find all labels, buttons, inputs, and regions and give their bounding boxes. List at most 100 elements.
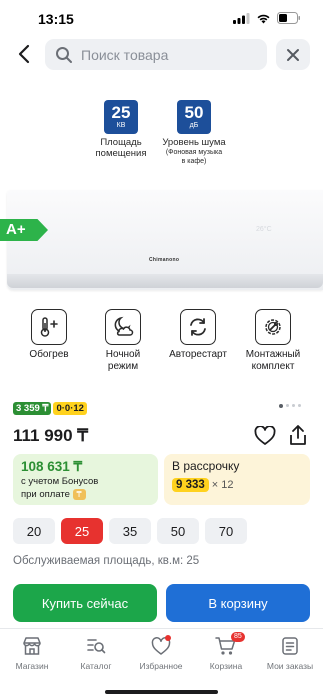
catalog-search-icon — [64, 635, 128, 657]
ac-display: 26°C — [256, 226, 272, 233]
search-box[interactable] — [45, 39, 267, 70]
moon-cloud-icon — [105, 309, 141, 345]
size-option-70[interactable]: 70 — [205, 518, 247, 544]
spec-badge: 50 дБ — [177, 100, 211, 134]
orders-icon — [258, 635, 322, 657]
installment-amount: 9 333 — [172, 478, 209, 492]
pagination-dot — [298, 404, 301, 407]
feature-label-line: Ночной — [105, 349, 141, 360]
ac-brand-logo: Chimanono — [149, 257, 180, 263]
pagination-dot — [286, 404, 289, 407]
spec-sub-line: (Фоновая музыка — [165, 149, 223, 156]
spec-room-area: 25 КВ Площадь помещения — [86, 100, 156, 159]
spec-label-line: Площадь — [100, 137, 142, 148]
feature-label-line: режим — [107, 361, 139, 372]
feature-mounting-kit: Монтажный комплект — [238, 309, 308, 373]
restart-icon — [180, 309, 216, 345]
spec-unit: дБ — [189, 122, 199, 129]
nav-label: Избранное — [139, 661, 183, 671]
product-image[interactable]: Chimanono 26°C A+ — [0, 186, 323, 296]
close-button[interactable] — [276, 39, 310, 70]
wifi-icon — [257, 14, 270, 23]
heart-icon — [254, 425, 276, 445]
nav-label: Мои заказы — [266, 661, 314, 671]
search-input[interactable] — [81, 39, 261, 70]
spec-noise-level: 50 дБ Уровень шума (Фоновая музыка в каф… — [156, 100, 232, 166]
status-icons — [233, 12, 301, 24]
back-button[interactable] — [12, 42, 36, 66]
nav-label: Магазин — [15, 661, 49, 671]
feature-autorestart: Авторестарт — [163, 309, 233, 361]
bonus-price-desc: с учетом Бонусов — [21, 476, 99, 487]
size-option-50[interactable]: 50 — [157, 518, 199, 544]
nav-label: Каталог — [80, 661, 112, 671]
nav-item-orders[interactable]: Мои заказы — [258, 635, 322, 671]
status-time: 13:15 — [38, 11, 74, 27]
bonus-price-card[interactable]: 108 631 ₸ с учетом Бонусов при оплате ₸ — [13, 454, 158, 505]
bottom-navigation: Магазин Каталог Избранное 85 Корзина Мои… — [0, 628, 323, 699]
nav-item-cart[interactable]: 85 Корзина — [194, 632, 258, 671]
store-icon — [0, 635, 64, 657]
installment-row: 9 333 × 12 — [172, 478, 302, 492]
favorite-button[interactable] — [254, 425, 276, 451]
feature-label-line: Обогрев — [29, 349, 69, 360]
thermometer-plus-icon — [31, 309, 67, 345]
nav-item-favorites[interactable]: Избранное — [129, 635, 193, 671]
installment-badge: 0·0·12 — [53, 402, 87, 415]
close-icon — [287, 48, 299, 61]
buy-now-button[interactable]: Купить сейчас — [13, 584, 157, 622]
feature-label-line: Монтажный — [245, 349, 301, 360]
cart-count-badge: 85 — [231, 632, 245, 642]
signal-icon — [233, 12, 250, 24]
feature-label: Монтажный комплект — [238, 349, 308, 373]
size-option-20[interactable]: 20 — [13, 518, 55, 544]
feature-label: Обогрев — [14, 349, 84, 361]
spec-value: 25 — [111, 103, 131, 122]
feature-label-line: комплект — [251, 361, 295, 372]
search-header — [0, 38, 323, 72]
gear-wrench-icon — [255, 309, 291, 345]
pagination-dot — [292, 404, 295, 407]
status-bar: 13:15 — [0, 0, 323, 36]
add-to-cart-button[interactable]: В корзину — [166, 584, 310, 622]
installment-card[interactable]: В рассрочку 9 333 × 12 — [164, 454, 310, 505]
size-option-25[interactable]: 25 — [61, 518, 103, 544]
bonus-price-amount: 108 631 ₸ — [21, 459, 83, 474]
spec-label: Уровень шума — [162, 137, 226, 148]
installment-title: В рассрочку — [172, 459, 240, 473]
gallery-pagination — [279, 403, 301, 408]
heart-icon — [129, 635, 193, 657]
spec-value: 50 — [184, 103, 204, 122]
nav-item-store[interactable]: Магазин — [0, 635, 64, 671]
ac-unit-vent — [7, 274, 323, 288]
search-icon — [56, 47, 72, 63]
feature-label-line: Авторестарт — [169, 349, 227, 360]
spec-label: Площадь помещения — [86, 137, 156, 159]
share-icon — [290, 425, 306, 445]
feature-night-mode: Ночной режим — [88, 309, 158, 373]
cart-icon: 85 — [194, 632, 258, 657]
spec-unit: КВ — [116, 122, 126, 129]
bonus-price-desc-line: при оплате — [21, 489, 70, 501]
nav-item-catalog[interactable]: Каталог — [64, 635, 128, 671]
share-button[interactable] — [288, 424, 308, 451]
battery-icon — [277, 12, 300, 24]
nav-label: Корзина — [209, 661, 243, 671]
feature-label: Ночной режим — [88, 349, 158, 373]
spec-label-line: помещения — [95, 148, 147, 159]
spec-sub-line: в кафе) — [181, 158, 207, 165]
pagination-dot — [279, 403, 283, 408]
bonus-price-desc: при оплате ₸ — [21, 489, 150, 501]
area-label: Обслуживаемая площадь, кв.м: 25 — [13, 555, 200, 567]
notification-dot — [165, 635, 171, 641]
bonus-badges: 3 359 ₸ 0·0·12 — [13, 402, 87, 415]
bonus-coin-icon: ₸ — [72, 489, 86, 500]
spec-badge: 25 КВ — [104, 100, 138, 134]
home-indicator — [105, 690, 218, 694]
product-price: 111 990 ₸ — [13, 426, 89, 445]
size-option-35[interactable]: 35 — [109, 518, 151, 544]
chevron-left-icon — [18, 44, 30, 64]
feature-heating: Обогрев — [14, 309, 84, 361]
bonus-badge: 3 359 ₸ — [13, 402, 52, 415]
feature-label: Авторестарт — [163, 349, 233, 361]
